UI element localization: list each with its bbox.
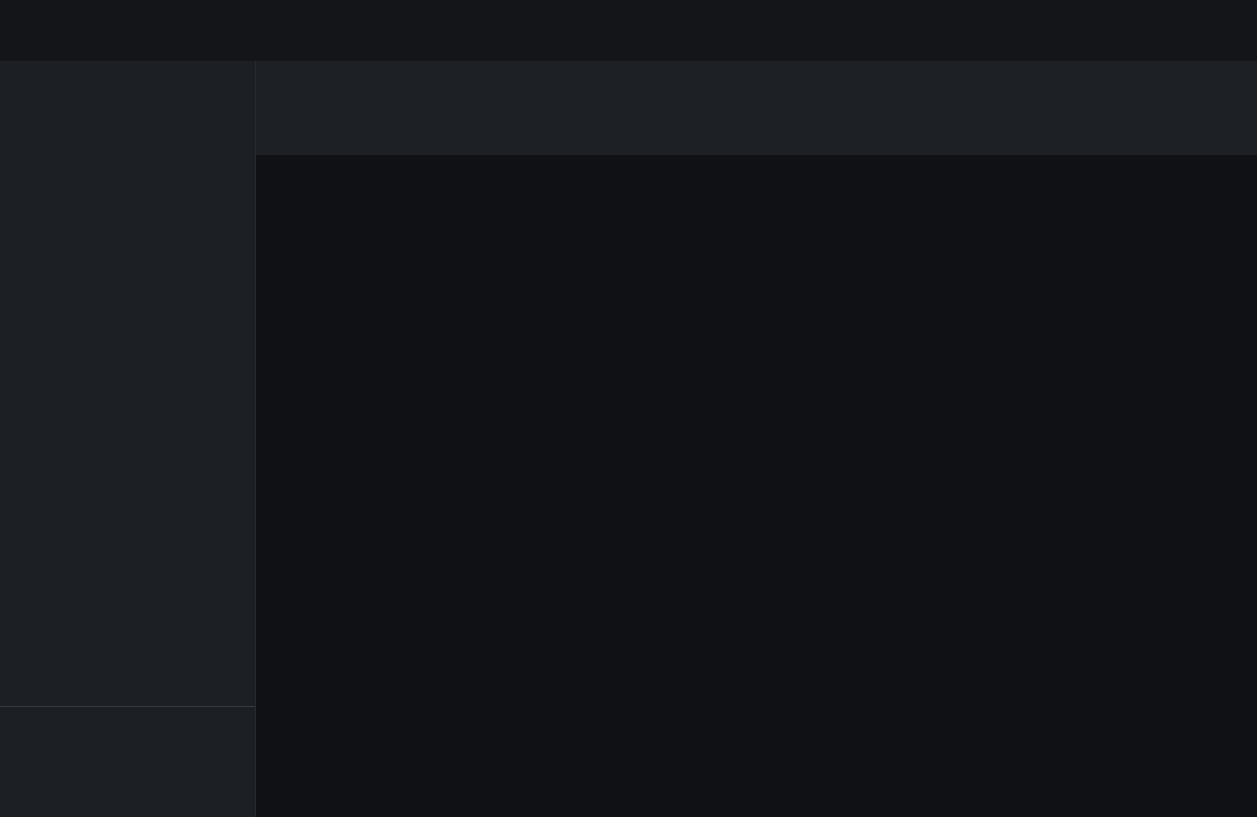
sidebar-user-profile[interactable] <box>0 767 255 815</box>
content-header <box>256 61 1257 155</box>
topbar-left <box>0 19 343 43</box>
avatar <box>12 771 52 811</box>
app-window <box>0 0 1257 817</box>
top-app-bar <box>0 0 1257 61</box>
sidebar-toggle-button[interactable] <box>20 19 44 43</box>
clips-area <box>256 155 1257 817</box>
sidebar-spacer <box>0 67 255 694</box>
choose-player-button[interactable] <box>1231 23 1247 39</box>
bell-icon <box>20 731 44 755</box>
sidebar-item-notifications[interactable] <box>0 719 255 767</box>
sidebar-divider <box>0 706 255 707</box>
main-content <box>256 61 1257 817</box>
sidebar <box>0 61 256 817</box>
